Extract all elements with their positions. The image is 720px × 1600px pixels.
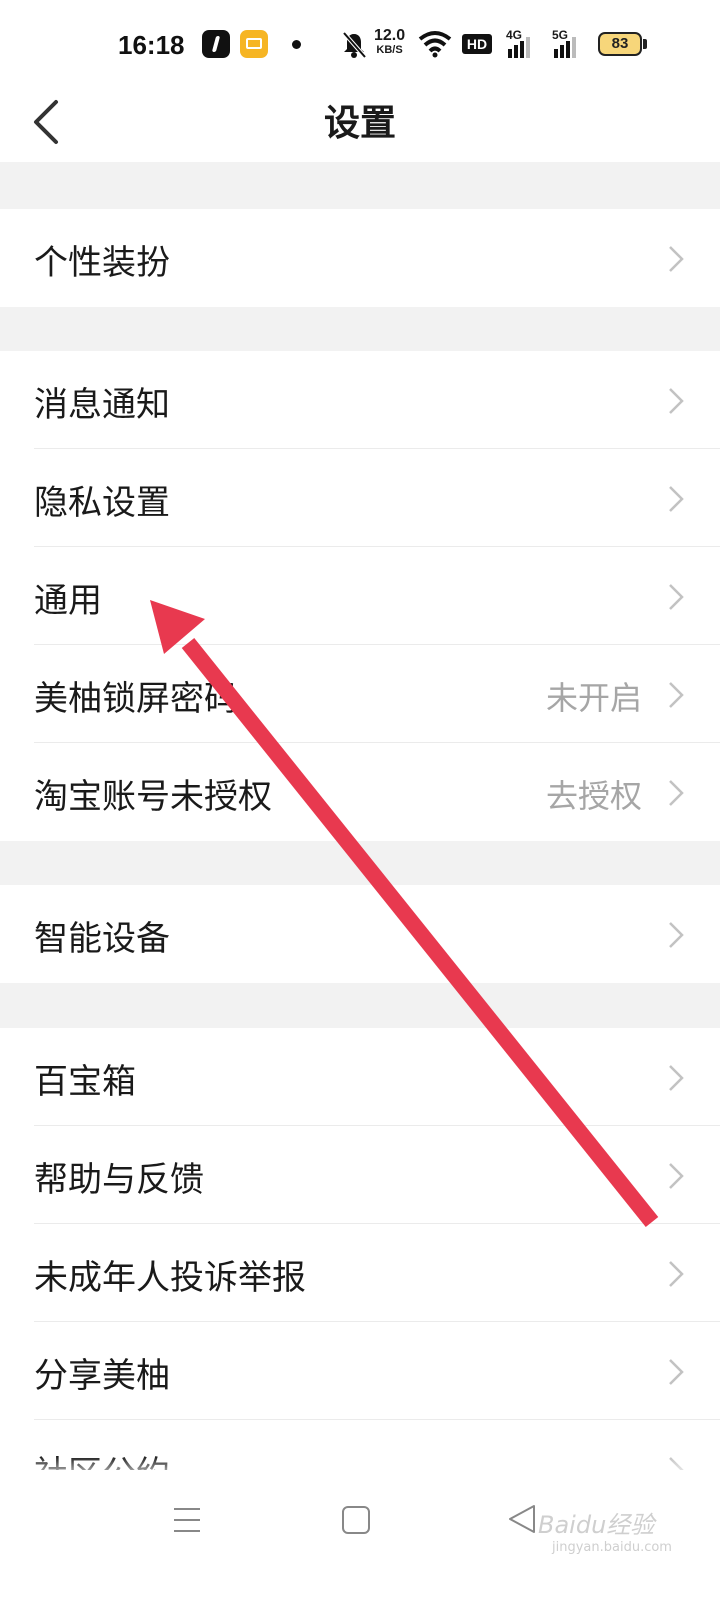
status-bar: 16:18 12.0 KB/S HD 4G 5G 83 bbox=[0, 0, 720, 90]
bell-off-icon bbox=[342, 31, 367, 59]
signal-5g-icon: 5G bbox=[552, 28, 580, 58]
row-label: 个性装扮 bbox=[34, 243, 170, 283]
app-icon bbox=[202, 30, 230, 58]
row-value: 未开启 bbox=[545, 679, 642, 717]
net-speed: 12.0 KB/S bbox=[374, 28, 405, 58]
watermark-text: Baidu经验 bbox=[538, 1511, 655, 1539]
status-time: 16:18 bbox=[118, 30, 185, 60]
net-speed-unit: KB/S bbox=[376, 44, 403, 56]
notification-dot-icon bbox=[292, 40, 301, 49]
net-speed-value: 12.0 bbox=[374, 27, 406, 44]
home-square-icon[interactable] bbox=[341, 1505, 371, 1535]
row-label: 美柚锁屏密码 bbox=[34, 679, 238, 719]
app-header: 设置 bbox=[0, 90, 720, 162]
settings-item-lock-password[interactable]: 美柚锁屏密码 未开启 bbox=[0, 645, 720, 743]
settings-item-help[interactable]: 帮助与反馈 bbox=[0, 1126, 720, 1224]
row-label: 通用 bbox=[34, 581, 102, 621]
chevron-right-icon bbox=[669, 682, 684, 708]
chevron-right-icon bbox=[669, 246, 684, 272]
page-title: 设置 bbox=[323, 103, 396, 144]
watermark-url: jingyan.baidu.com bbox=[552, 1540, 672, 1555]
chevron-right-icon bbox=[669, 388, 684, 414]
chevron-right-icon bbox=[669, 1359, 684, 1385]
settings-item-minor-report[interactable]: 未成年人投诉举报 bbox=[0, 1224, 720, 1322]
row-label: 淘宝账号未授权 bbox=[34, 777, 272, 817]
chevron-right-icon bbox=[669, 922, 684, 948]
settings-item-privacy[interactable]: 隐私设置 bbox=[0, 449, 720, 547]
settings-item-notifications[interactable]: 消息通知 bbox=[0, 351, 720, 449]
chevron-right-icon bbox=[669, 780, 684, 806]
chevron-right-icon bbox=[669, 1065, 684, 1091]
row-label: 分享美柚 bbox=[34, 1356, 170, 1396]
signal-4g-label: 4G bbox=[506, 28, 523, 42]
chevron-right-icon bbox=[669, 1261, 684, 1287]
settings-item-personalize[interactable]: 个性装扮 bbox=[0, 209, 720, 307]
battery-level: 83 bbox=[611, 35, 629, 52]
menu-icon[interactable] bbox=[172, 1506, 202, 1534]
row-label: 消息通知 bbox=[34, 385, 170, 425]
settings-item-share[interactable]: 分享美柚 bbox=[0, 1322, 720, 1420]
chevron-right-icon bbox=[669, 486, 684, 512]
row-label: 百宝箱 bbox=[34, 1062, 136, 1102]
row-label: 隐私设置 bbox=[34, 483, 170, 523]
hd-icon: HD bbox=[462, 34, 492, 54]
mail-icon bbox=[240, 30, 268, 58]
settings-item-toolbox[interactable]: 百宝箱 bbox=[0, 1028, 720, 1126]
battery-tip bbox=[643, 39, 647, 49]
wifi-icon bbox=[418, 31, 452, 58]
chevron-right-icon bbox=[669, 584, 684, 610]
settings-item-taobao[interactable]: 淘宝账号未授权 去授权 bbox=[0, 743, 720, 841]
row-value: 去授权 bbox=[545, 777, 642, 815]
chevron-right-icon bbox=[669, 1163, 684, 1189]
row-label: 未成年人投诉举报 bbox=[34, 1258, 306, 1298]
back-triangle-icon[interactable] bbox=[508, 1504, 536, 1534]
signal-5g-label: 5G bbox=[552, 28, 569, 42]
settings-item-general[interactable]: 通用 bbox=[0, 547, 720, 645]
battery-icon: 83 bbox=[598, 32, 642, 56]
row-label: 智能设备 bbox=[34, 919, 170, 959]
row-label: 帮助与反馈 bbox=[34, 1160, 204, 1200]
signal-4g-icon: 4G bbox=[506, 28, 534, 58]
settings-item-smart-devices[interactable]: 智能设备 bbox=[0, 885, 720, 983]
